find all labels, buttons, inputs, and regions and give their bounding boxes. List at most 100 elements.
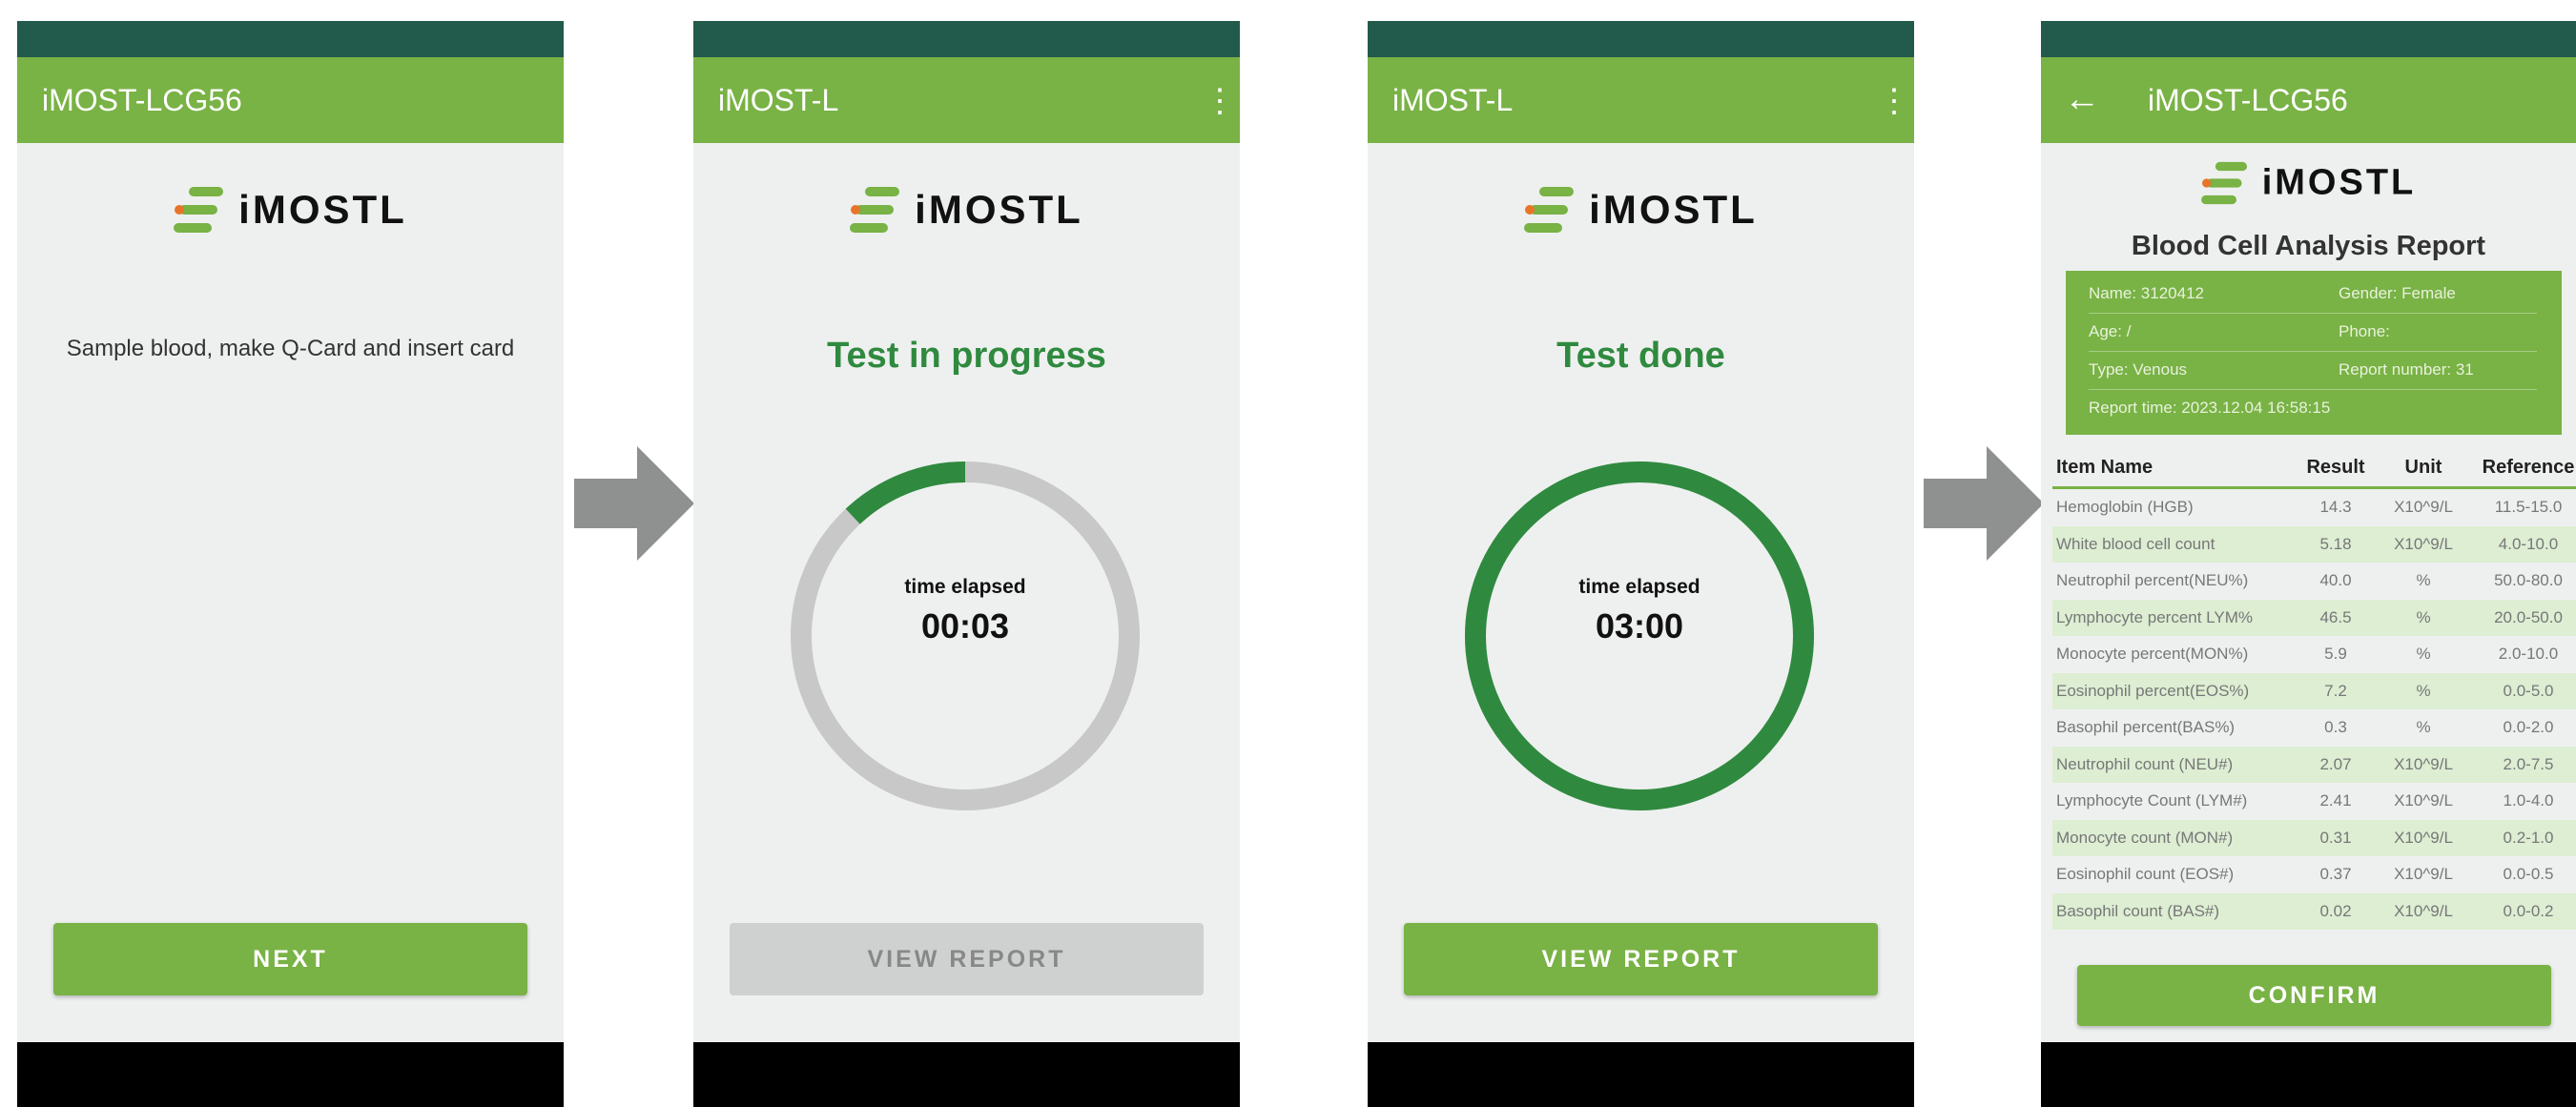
item-name-cell: Monocyte percent(MON%) xyxy=(2056,645,2249,664)
unit-cell: % xyxy=(2416,718,2431,737)
elapsed-label: time elapsed xyxy=(1578,576,1700,598)
result-cell: 7.2 xyxy=(2298,672,2373,709)
patient-age: Age: / xyxy=(2089,322,2132,340)
screen-start: iMOST-LCG56 iMOSTL Sample blood, make Q-… xyxy=(17,21,564,1107)
item-name-cell: Monocyte count (MON#) xyxy=(2052,819,2298,856)
reference-cell: 0.0-0.5 xyxy=(2503,865,2554,884)
result-cell: 0.02 xyxy=(2298,892,2373,930)
logo-text: iMOSTL xyxy=(1589,187,1758,232)
table-row: Basophil count (BAS#) 0.02 X10^9/L 0.0-0.2 xyxy=(2052,892,2576,930)
app-title: iMOST-LCG56 xyxy=(2148,83,2348,117)
test-status-heading: Test done xyxy=(1556,336,1725,376)
app-title: iMOST-L xyxy=(718,83,839,117)
result-cell: 2.41 xyxy=(2319,791,2352,810)
logo-text: iMOSTL xyxy=(2261,162,2417,203)
arrow-back-icon[interactable]: ← xyxy=(2064,78,2106,120)
imost-logo-icon xyxy=(174,187,224,233)
result-cell: 0.31 xyxy=(2298,819,2373,856)
unit-cell: % xyxy=(2373,599,2474,636)
table-row: Monocyte percent(MON%) 5.9% 2.0-10.0 xyxy=(2052,636,2576,673)
logo-text: iMOSTL xyxy=(915,187,1083,232)
table-header-row: Item Name Result Unit Reference xyxy=(2052,448,2576,489)
navigation-bar xyxy=(2041,1042,2576,1107)
test-status-heading: Test in progress xyxy=(827,336,1106,376)
status-bar xyxy=(17,21,564,57)
progress-ring: time elapsed 03:00 xyxy=(1461,458,1818,814)
reference-cell: 4.0-10.0 xyxy=(2474,525,2576,563)
column-header: Reference xyxy=(2474,448,2576,489)
unit-cell: X10^9/L xyxy=(2394,791,2453,810)
imost-logo-icon xyxy=(1524,187,1575,233)
unit-cell: X10^9/L xyxy=(2373,525,2474,563)
next-button[interactable]: NEXT xyxy=(53,923,527,995)
screen-test-done: iMOST-L ⋮ iMOSTL Test done time elapsed … xyxy=(1368,21,1914,1107)
result-cell: 40.0 xyxy=(2319,571,2352,590)
column-header: Unit xyxy=(2373,448,2474,489)
report-number: Report number: 31 xyxy=(2339,360,2474,379)
view-report-button[interactable]: VIEW REPORT xyxy=(730,923,1204,995)
table-row: Basophil percent(BAS%) 0.3% 0.0-2.0 xyxy=(2052,709,2576,747)
elapsed-label: time elapsed xyxy=(904,576,1026,598)
result-cell: 46.5 xyxy=(2298,599,2373,636)
report-title: Blood Cell Analysis Report xyxy=(2131,231,2486,261)
unit-cell: X10^9/L xyxy=(2373,746,2474,783)
more-vert-icon[interactable]: ⋮ xyxy=(1878,82,1910,120)
brand-logo: iMOSTL xyxy=(1368,185,1914,235)
brand-logo: iMOSTL xyxy=(17,185,564,235)
app-bar: ← iMOST-LCG56 xyxy=(2041,57,2576,143)
unit-cell: % xyxy=(2416,571,2431,590)
reference-cell: 50.0-80.0 xyxy=(2494,571,2563,590)
imost-logo-icon xyxy=(850,187,900,233)
patient-phone: Phone: xyxy=(2339,322,2390,340)
app-title: iMOST-LCG56 xyxy=(42,83,242,117)
table-row: Monocyte count (MON#) 0.31 X10^9/L 0.2-1.0 xyxy=(2052,819,2576,856)
result-cell: 2.07 xyxy=(2298,746,2373,783)
report-time: Report time: 2023.12.04 16:58:15 xyxy=(2089,399,2331,417)
reference-cell: 0.2-1.0 xyxy=(2474,819,2576,856)
more-vert-icon[interactable]: ⋮ xyxy=(1204,82,1236,120)
status-bar xyxy=(2041,21,2576,57)
app-bar: iMOST-L ⋮ xyxy=(693,57,1240,143)
navigation-bar xyxy=(1368,1042,1914,1107)
result-cell: 0.37 xyxy=(2319,865,2352,884)
item-name-cell: Lymphocyte Count (LYM#) xyxy=(2056,791,2248,810)
status-bar xyxy=(1368,21,1914,57)
item-name-cell: Hemoglobin (HGB) xyxy=(2056,498,2194,517)
unit-cell: X10^9/L xyxy=(2394,498,2453,517)
column-header: Item Name xyxy=(2052,448,2298,489)
reference-cell: 2.0-7.5 xyxy=(2474,746,2576,783)
navigation-bar xyxy=(693,1042,1240,1107)
patient-gender: Gender: Female xyxy=(2339,284,2456,302)
reference-cell: 2.0-10.0 xyxy=(2498,645,2559,664)
item-name-cell: Eosinophil percent(EOS%) xyxy=(2052,672,2298,709)
unit-cell: % xyxy=(2373,672,2474,709)
table-row: Eosinophil count (EOS#) 0.37 X10^9/L 0.0-0.… xyxy=(2052,856,2576,893)
unit-cell: X10^9/L xyxy=(2394,865,2453,884)
item-name-cell: Neutrophil count (NEU#) xyxy=(2052,746,2298,783)
reference-cell: 0.0-2.0 xyxy=(2503,718,2554,737)
table-row: Neutrophil count (NEU#) 2.07 X10^9/L 2.0-7.… xyxy=(2052,746,2576,783)
navigation-bar xyxy=(17,1042,564,1107)
unit-cell: X10^9/L xyxy=(2373,819,2474,856)
screen-report: ← iMOST-LCG56 iMOSTL Blood Cell Analysis… xyxy=(2041,21,2576,1107)
table-row: Lymphocyte Count (LYM#) 2.41 X10^9/L 1.0-4.… xyxy=(2052,783,2576,820)
screen-test-in-progress: iMOST-L ⋮ iMOSTL Test in progress time e… xyxy=(693,21,1240,1107)
table-row: Eosinophil percent(EOS%) 7.2% 0.0-5.0 xyxy=(2052,672,2576,709)
result-cell: 5.18 xyxy=(2298,525,2373,563)
result-cell: 0.3 xyxy=(2324,718,2347,737)
status-bar xyxy=(693,21,1240,57)
patient-info-panel: Name: 3120412 Gender: Female Age: / Phone:… xyxy=(2066,271,2562,435)
app-title: iMOST-L xyxy=(1392,83,1514,117)
brand-logo: iMOSTL xyxy=(2041,160,2576,206)
reference-cell: 0.0-5.0 xyxy=(2474,672,2576,709)
flow-arrow-icon xyxy=(574,446,694,561)
confirm-button[interactable]: CONFIRM xyxy=(2077,965,2551,1026)
reference-cell: 20.0-50.0 xyxy=(2474,599,2576,636)
view-report-button[interactable]: VIEW REPORT xyxy=(1404,923,1878,995)
item-name-cell: White blood cell count xyxy=(2052,525,2298,563)
item-name-cell: Basophil count (BAS#) xyxy=(2052,892,2298,930)
instruction-text: Sample blood, make Q-Card and insert car… xyxy=(66,336,515,361)
elapsed-time: 00:03 xyxy=(920,606,1010,646)
results-table: Item Name Result Unit Reference Hemoglob… xyxy=(2052,448,2576,930)
unit-cell: X10^9/L xyxy=(2373,892,2474,930)
